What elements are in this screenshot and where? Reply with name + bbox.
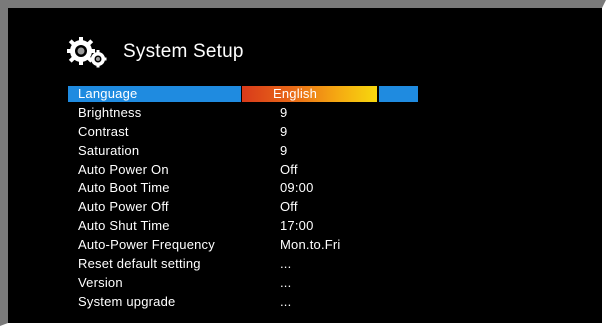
menu-item-value[interactable]: 09:00 [280, 179, 314, 198]
menu-item-value[interactable]: 9 [280, 142, 287, 161]
menu-item-value[interactable]: 9 [280, 104, 287, 123]
settings-menu: Language English Brightness 9 Contrast 9… [68, 85, 418, 312]
menu-item-label: Saturation [78, 142, 140, 158]
page-title: System Setup [123, 41, 244, 62]
menu-item-label: Reset default setting [78, 256, 201, 272]
menu-header: System Setup [65, 36, 244, 68]
menu-item-contrast[interactable]: Contrast 9 [68, 123, 418, 142]
menu-item-value[interactable]: English [273, 85, 317, 104]
menu-item-value[interactable]: Mon.to.Fri [280, 236, 341, 255]
menu-item-label: Language [78, 86, 138, 101]
menu-item-label: Version [78, 274, 123, 290]
menu-item-label: Contrast [78, 123, 129, 139]
menu-item-language[interactable]: Language English [68, 85, 418, 104]
menu-item-saturation[interactable]: Saturation 9 [68, 142, 418, 161]
osd-screen: System Setup Language English Brightness… [0, 0, 606, 326]
menu-item-auto-power-frequency[interactable]: Auto-Power Frequency Mon.to.Fri [68, 236, 418, 255]
menu-item-auto-power-off[interactable]: Auto Power Off Off [68, 198, 418, 217]
menu-item-label: Auto Power On [78, 161, 169, 177]
menu-item-value[interactable]: Off [280, 198, 298, 217]
menu-item-label: Auto Power Off [78, 199, 169, 215]
menu-item-version[interactable]: Version ... [68, 274, 418, 293]
menu-item-reset-default[interactable]: Reset default setting ... [68, 255, 418, 274]
menu-item-value[interactable]: ... [280, 255, 291, 274]
menu-item-value[interactable]: 9 [280, 123, 287, 142]
menu-item-auto-power-on[interactable]: Auto Power On Off [68, 161, 418, 180]
menu-item-label: Auto-Power Frequency [78, 237, 215, 253]
menu-item-brightness[interactable]: Brightness 9 [68, 104, 418, 123]
menu-item-value: ... [280, 274, 292, 290]
menu-item-value[interactable]: Off [280, 161, 298, 180]
gears-icon [67, 37, 107, 68]
menu-item-label: Auto Shut Time [78, 218, 170, 234]
menu-item-auto-boot-time[interactable]: Auto Boot Time 09:00 [68, 179, 418, 198]
menu-item-label: System upgrade [78, 293, 176, 309]
menu-item-label: Brightness [78, 104, 142, 120]
menu-item-auto-shut-time[interactable]: Auto Shut Time 17:00 [68, 217, 418, 236]
selection-highlight-tail [379, 86, 418, 102]
menu-item-system-upgrade[interactable]: System upgrade ... [68, 293, 418, 312]
menu-item-value[interactable]: 17:00 [280, 217, 314, 236]
menu-item-label: Auto Boot Time [78, 180, 170, 196]
menu-item-value[interactable]: ... [280, 293, 291, 312]
